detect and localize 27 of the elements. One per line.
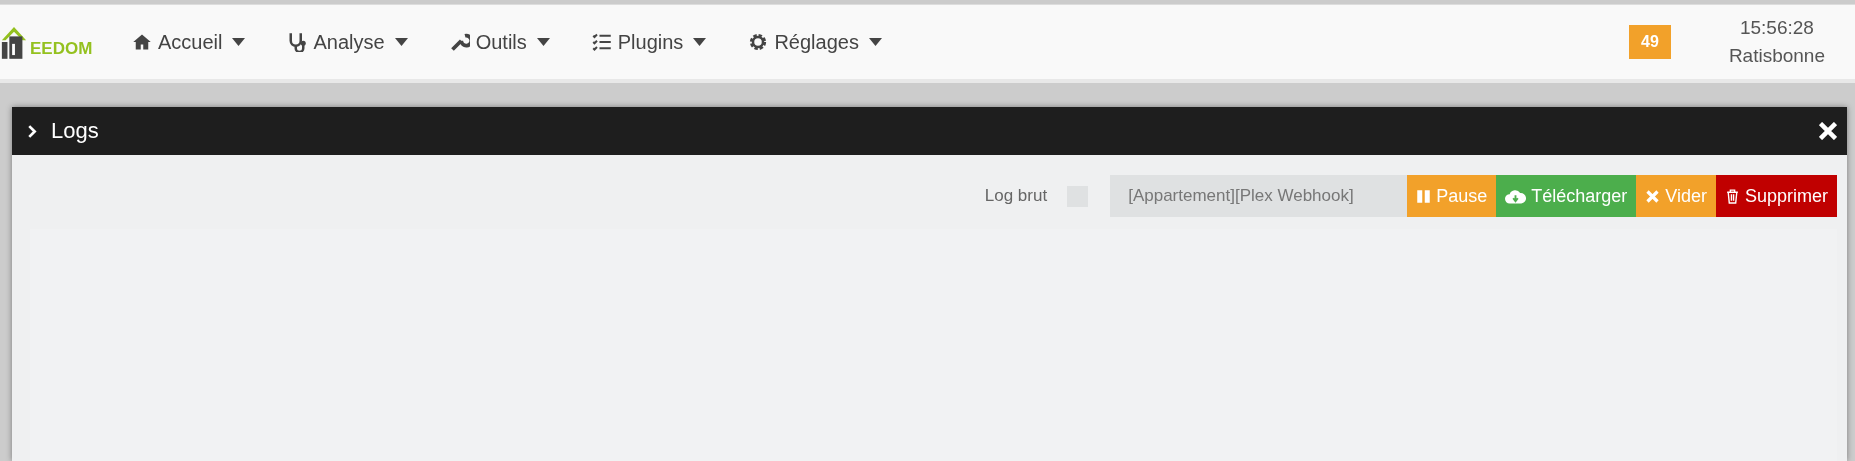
checklist-icon (591, 32, 612, 52)
caret-icon (536, 38, 550, 46)
home-icon (132, 32, 152, 52)
logo-text: EEDOM (30, 39, 93, 59)
clock-time: 15:56:28 (1739, 17, 1814, 39)
menu-item[interactable]: Outils (449, 30, 550, 54)
gear-icon (748, 32, 769, 52)
log-select[interactable]: [Appartement][Plex Webhook] (1110, 175, 1408, 217)
stethoscope-icon (287, 32, 308, 52)
chevron-icon (28, 124, 37, 138)
close-icon[interactable] (1819, 122, 1837, 140)
caret-icon (868, 38, 882, 46)
caret-icon (394, 38, 408, 46)
caret-icon (693, 38, 707, 46)
menu-item[interactable]: Réglages (748, 30, 882, 54)
modal-title: Logs (51, 118, 99, 144)
caret-icon (232, 38, 246, 46)
log-brut-label: Log brut (984, 186, 1048, 206)
pause-icon (1416, 188, 1432, 204)
trash-icon (1724, 188, 1740, 204)
location-name: Ratisbonne (1728, 45, 1825, 67)
menu-item[interactable]: Plugins (591, 30, 707, 54)
menu-item[interactable]: Accueil (132, 30, 246, 54)
cloud-download-icon (1505, 188, 1527, 204)
cross-icon (1645, 188, 1661, 204)
toolbar-button[interactable]: Supprimer (1715, 175, 1837, 217)
menu-item[interactable]: Analyse (287, 30, 408, 54)
